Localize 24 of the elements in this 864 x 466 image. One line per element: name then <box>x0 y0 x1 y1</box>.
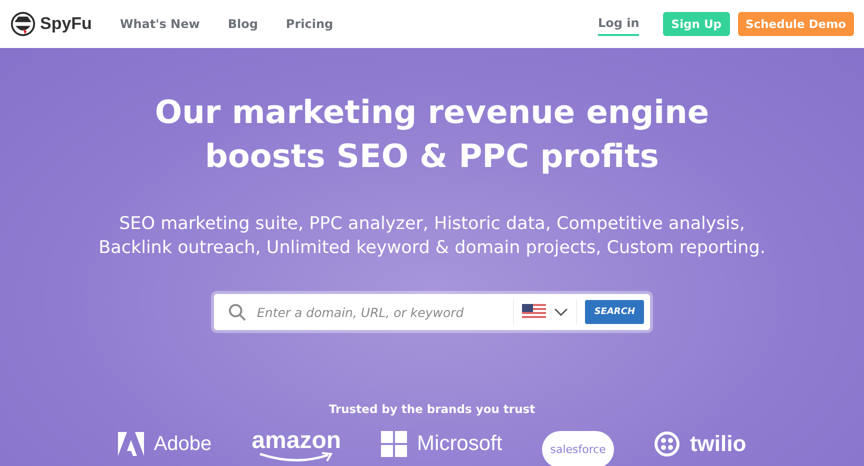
amazon-logo: amazon <box>252 429 342 459</box>
nav-link[interactable]: What's New <box>120 17 200 31</box>
adobe-logo-icon <box>118 432 144 456</box>
login-link[interactable]: Log in <box>598 12 640 36</box>
search-icon <box>228 302 247 322</box>
chevron-down-icon[interactable] <box>554 308 568 316</box>
search-button[interactable]: SEARCH <box>585 300 644 324</box>
windows-logo-icon <box>381 431 408 457</box>
brand-name: Adobe <box>154 432 212 456</box>
headline: Our marketing revenue engine <box>154 92 710 133</box>
subtitle: Backlink outreach, Unlimited keyword & domain projects, Custom reporting. <box>98 237 766 260</box>
brand-name: Microsoft <box>417 432 502 456</box>
brand-name: twilio <box>690 431 746 457</box>
trusted-caption: Trusted by the brands you trust <box>328 402 536 416</box>
twilio-logo-icon <box>654 431 680 457</box>
flag-icon[interactable] <box>522 304 546 320</box>
search-field[interactable]: Enter a domain, URL, or keyword SEARCH <box>214 294 650 330</box>
nav-link[interactable]: Pricing <box>286 17 334 31</box>
spy-logo-icon[interactable] <box>10 11 36 37</box>
subtitle: SEO marketing suite, PPC analyzer, Historic data, Competitive analysis, <box>119 213 745 236</box>
headline: boosts SEO & PPC profits <box>205 136 659 177</box>
nav-link[interactable]: Blog <box>228 17 258 31</box>
salesforce-logo: salesforce <box>542 430 614 466</box>
brand-name[interactable]: SpyFu <box>40 14 92 34</box>
